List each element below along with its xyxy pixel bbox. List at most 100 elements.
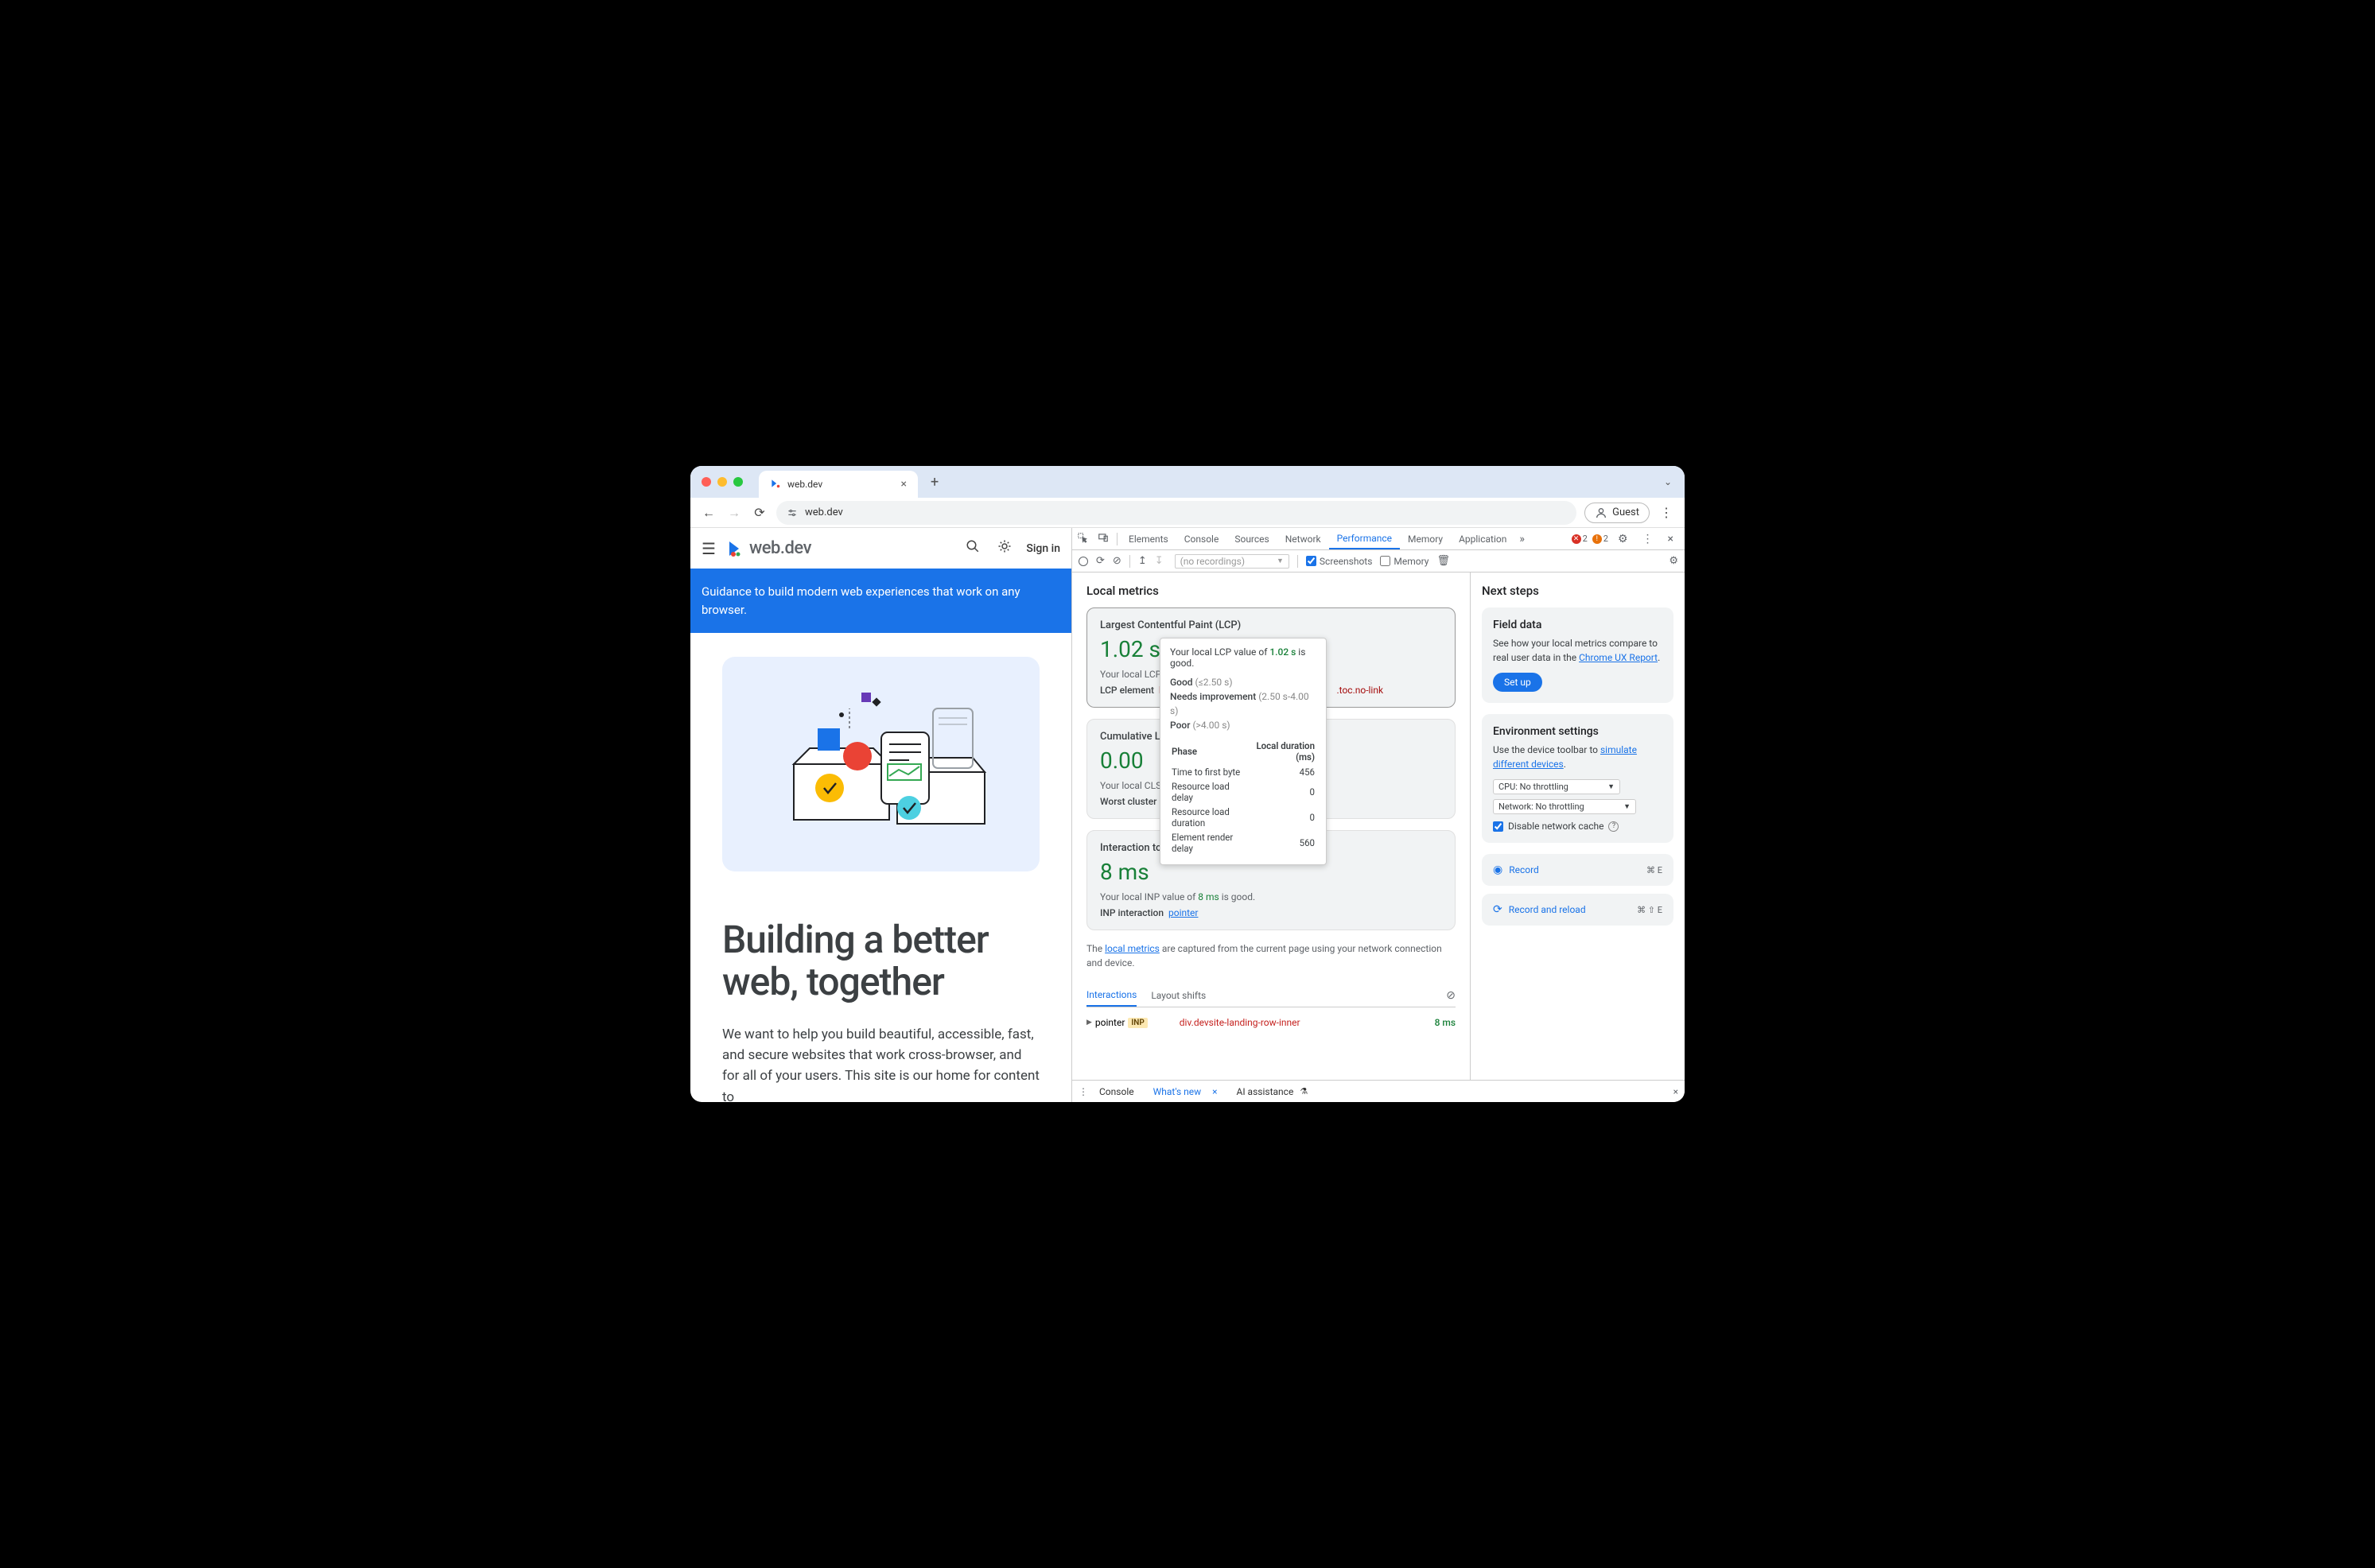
setup-button[interactable]: Set up <box>1493 673 1542 692</box>
clear-icon[interactable]: ⊘ <box>1113 555 1121 567</box>
interaction-row[interactable]: ▶ pointer INP div.devsite-landing-row-in… <box>1086 1014 1456 1031</box>
reload-button[interactable]: ⟳ <box>751 505 768 520</box>
clear-interactions-icon[interactable]: ⊘ <box>1446 989 1456 1002</box>
field-data-title: Field data <box>1493 619 1662 631</box>
reload-icon: ⟳ <box>1493 903 1502 916</box>
drawer-whatsnew-tab[interactable]: What's new × <box>1145 1086 1226 1097</box>
forward-button[interactable]: → <box>725 505 743 521</box>
back-button[interactable]: ← <box>700 505 717 521</box>
recordings-dropdown[interactable]: (no recordings)▼ <box>1175 554 1289 569</box>
reload-record-icon[interactable]: ⟳ <box>1096 555 1105 567</box>
devtools-menu-icon[interactable]: ⋮ <box>1638 533 1658 545</box>
environment-card: Environment settings Use the device tool… <box>1482 714 1673 843</box>
next-steps-pane: Next steps Field data See how your local… <box>1470 572 1685 1080</box>
settings-icon[interactable]: ⚙ <box>1613 533 1633 545</box>
window-maximize-button[interactable] <box>733 477 743 487</box>
drawer-ai-tab[interactable]: AI assistance ⚗ <box>1228 1086 1316 1097</box>
interaction-time: 8 ms <box>1435 1017 1456 1028</box>
inp-interaction: INP interaction pointer <box>1100 907 1442 918</box>
tab-layout-shifts[interactable]: Layout shifts <box>1151 985 1206 1006</box>
error-badge[interactable]: ✕2 <box>1572 534 1588 544</box>
address-bar: ← → ⟳ web.dev Guest ⋮ <box>690 498 1685 528</box>
disable-cache-checkbox[interactable] <box>1493 821 1503 832</box>
download-icon: ↧ <box>1155 555 1164 567</box>
lcp-tooltip: Your local LCP value of 1.02 s is good. … <box>1160 638 1327 865</box>
local-metrics-title: Local metrics <box>1086 584 1456 598</box>
hero-illustration <box>722 657 1040 871</box>
inp-badge: INP <box>1128 1018 1147 1028</box>
record-reload-action[interactable]: ⟳ Record and reload ⌘ ⇧ E <box>1482 894 1673 926</box>
hero-section: Building a better web, together We want … <box>690 633 1071 1102</box>
tab-console[interactable]: Console <box>1176 528 1227 549</box>
browser-tab[interactable]: web.dev × <box>759 471 918 498</box>
record-action[interactable]: ◉ Record ⌘ E <box>1482 854 1673 886</box>
hero-title: Building a better web, together <box>722 919 1040 1003</box>
record-button[interactable] <box>1079 557 1088 566</box>
flask-icon: ⚗ <box>1300 1086 1308 1096</box>
env-title: Environment settings <box>1493 725 1662 738</box>
tab-sources[interactable]: Sources <box>1226 528 1277 549</box>
browser-window: web.dev × + ⌄ ← → ⟳ web.dev Guest ⋮ ☰ <box>690 466 1685 1102</box>
devtools-panel: Elements Console Sources Network Perform… <box>1072 528 1685 1102</box>
content-area: ☰ web.dev Sign in Guidance to build mode… <box>690 528 1685 1102</box>
inp-pointer-link[interactable]: pointer <box>1168 907 1198 918</box>
cpu-throttling-select[interactable]: CPU: No throttling▼ <box>1493 779 1620 794</box>
tab-overflow-icon[interactable]: ⌄ <box>1664 476 1672 487</box>
device-toolbar-icon[interactable] <box>1093 532 1114 546</box>
url-text: web.dev <box>805 506 843 518</box>
next-steps-title: Next steps <box>1482 584 1673 598</box>
drawer-console-tab[interactable]: Console <box>1091 1086 1142 1097</box>
more-tabs-icon[interactable]: » <box>1514 533 1530 545</box>
interactions-tabs: Interactions Layout shifts ⊘ <box>1086 984 1456 1007</box>
field-data-card: Field data See how your local metrics co… <box>1482 607 1673 703</box>
memory-checkbox[interactable]: Memory <box>1380 556 1428 567</box>
interaction-type: pointer <box>1095 1017 1125 1028</box>
close-tab-icon[interactable]: × <box>901 478 907 491</box>
tab-memory[interactable]: Memory <box>1400 528 1451 549</box>
webpage: ☰ web.dev Sign in Guidance to build mode… <box>690 528 1072 1102</box>
omnibox[interactable]: web.dev <box>776 501 1576 525</box>
site-settings-icon[interactable] <box>786 506 799 519</box>
gc-icon[interactable]: 🗑 <box>1436 555 1450 567</box>
inp-desc: Your local INP value of 8 ms is good. <box>1100 891 1442 902</box>
new-tab-button[interactable]: + <box>924 471 945 494</box>
menu-icon[interactable]: ☰ <box>702 539 716 558</box>
site-logo[interactable]: web.dev <box>727 538 811 558</box>
devtools-body: Local metrics Largest Contentful Paint (… <box>1072 572 1685 1080</box>
page-banner: Guidance to build modern web experiences… <box>690 569 1071 633</box>
local-metrics-link[interactable]: local metrics <box>1105 943 1160 954</box>
signin-link[interactable]: Sign in <box>1026 542 1060 555</box>
tab-title: web.dev <box>787 479 822 490</box>
network-throttling-select[interactable]: Network: No throttling▼ <box>1493 799 1636 814</box>
disable-cache-label: Disable network cache <box>1508 821 1603 832</box>
profile-chip[interactable]: Guest <box>1584 503 1650 523</box>
traffic-lights <box>702 477 743 487</box>
perf-settings-icon[interactable]: ⚙ <box>1669 555 1678 567</box>
screenshots-checkbox[interactable]: Screenshots <box>1306 556 1372 567</box>
record-reload-shortcut: ⌘ ⇧ E <box>1637 905 1662 915</box>
tab-application[interactable]: Application <box>1451 528 1514 549</box>
theme-toggle-icon[interactable] <box>994 536 1015 561</box>
page-header: ☰ web.dev Sign in <box>690 528 1071 569</box>
local-metrics-note: The local metrics are captured from the … <box>1086 941 1456 970</box>
drawer-menu-icon[interactable]: ⋮ <box>1079 1086 1088 1097</box>
tab-performance[interactable]: Performance <box>1329 528 1400 549</box>
expand-icon[interactable]: ▶ <box>1086 1019 1092 1027</box>
tab-favicon <box>770 478 781 491</box>
tab-network[interactable]: Network <box>1277 528 1329 549</box>
drawer-close-icon[interactable]: × <box>1673 1086 1678 1097</box>
window-close-button[interactable] <box>702 477 711 487</box>
devtools-close-icon[interactable]: × <box>1663 533 1678 545</box>
warning-badge[interactable]: !2 <box>1592 534 1608 544</box>
browser-menu-icon[interactable]: ⋮ <box>1658 505 1675 520</box>
inspect-icon[interactable] <box>1072 532 1093 546</box>
devtools-tabs: Elements Console Sources Network Perform… <box>1072 528 1685 550</box>
help-icon[interactable]: ? <box>1608 821 1619 832</box>
search-icon[interactable] <box>962 536 983 561</box>
tab-elements[interactable]: Elements <box>1121 528 1176 549</box>
crux-link[interactable]: Chrome UX Report <box>1579 652 1658 663</box>
hero-body: We want to help you build beautiful, acc… <box>722 1024 1040 1102</box>
upload-icon[interactable]: ↥ <box>1138 555 1147 567</box>
window-minimize-button[interactable] <box>717 477 727 487</box>
tab-interactions[interactable]: Interactions <box>1086 984 1137 1007</box>
